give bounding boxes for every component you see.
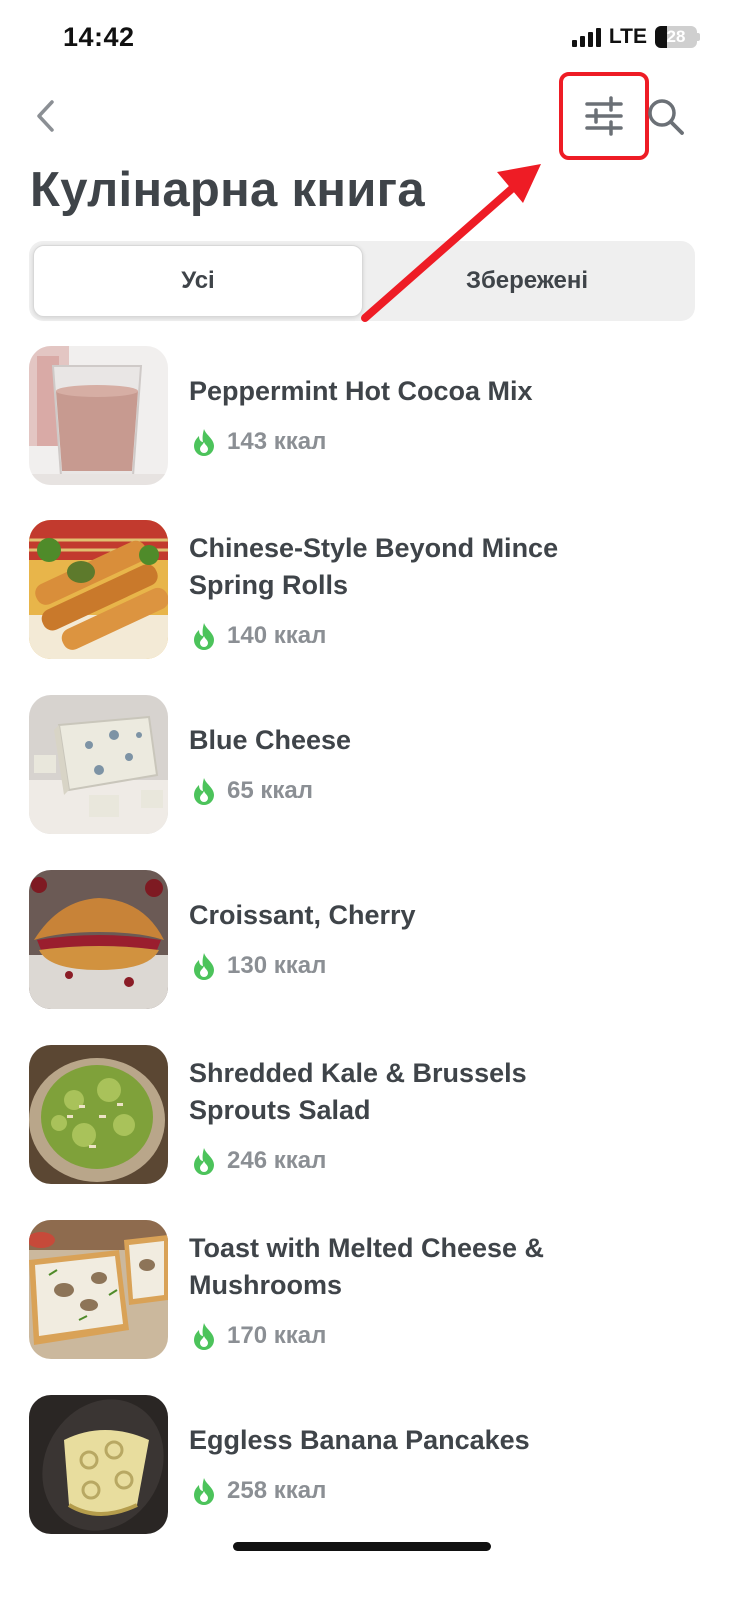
- recipe-thumbnail: [29, 1395, 168, 1534]
- recipe-title: Blue Cheese: [189, 725, 352, 755]
- calories-value: 143 ккал: [227, 428, 327, 455]
- flame-icon: [194, 1148, 214, 1175]
- recipe-title: Croissant, Cherry: [189, 900, 416, 930]
- status-time: 14:42: [63, 22, 135, 52]
- recipe-thumbnail: [29, 1220, 168, 1359]
- flame-icon: [194, 429, 214, 456]
- recipe-item[interactable]: Peppermint Hot Cocoa Mix 143 ккал: [0, 345, 738, 505]
- calories-value: 130 ккал: [227, 952, 327, 979]
- tab-all[interactable]: Усі: [33, 245, 363, 317]
- page-title: Кулінарна книга: [30, 163, 425, 217]
- flame-icon: [194, 1323, 214, 1350]
- recipe-calories: 170 ккал: [191, 1321, 326, 1351]
- calories-value: 65 ккал: [227, 777, 313, 804]
- recipe-calories: 130 ккал: [191, 951, 326, 981]
- battery-icon: 28: [655, 26, 700, 48]
- recipe-thumbnail: [29, 520, 168, 659]
- filter-button[interactable]: [559, 72, 649, 160]
- recipe-calories: 143 ккал: [191, 427, 326, 457]
- recipe-thumbnail: [29, 346, 168, 485]
- calories-value: 258 ккал: [227, 1477, 327, 1504]
- calories-value: 170 ккал: [227, 1322, 327, 1349]
- recipe-title: Shredded Kale & Brussels Sprouts Salad: [189, 1058, 527, 1125]
- recipe-title: Chinese-Style Beyond Mince Spring Rolls: [189, 533, 559, 600]
- recipe-thumbnail: [29, 870, 168, 1009]
- recipe-item[interactable]: Chinese-Style Beyond Mince Spring Rolls …: [0, 519, 738, 689]
- recipe-calories: 140 ккал: [191, 621, 326, 651]
- flame-icon: [194, 623, 214, 650]
- battery-level: 28: [666, 27, 686, 46]
- recipe-title: Peppermint Hot Cocoa Mix: [189, 376, 533, 406]
- segmented-tabs: Усі Збережені: [29, 241, 695, 321]
- flame-icon: [194, 953, 214, 980]
- signal-icon: [571, 27, 601, 47]
- calories-value: 246 ккал: [227, 1147, 327, 1174]
- calories-value: 140 ккал: [227, 622, 327, 649]
- recipe-thumbnail: [29, 1045, 168, 1184]
- flame-icon: [194, 1478, 214, 1505]
- recipe-calories: 246 ккал: [191, 1146, 326, 1176]
- recipe-item[interactable]: Toast with Melted Cheese & Mushrooms 170…: [0, 1219, 738, 1389]
- flame-icon: [194, 778, 214, 805]
- status-icons: LTE 28: [571, 25, 700, 49]
- recipe-calories: 258 ккал: [191, 1476, 326, 1506]
- tab-saved[interactable]: Збережені: [363, 245, 691, 317]
- recipe-book-screen: 14:42 LTE 28 Кулінарна книга Усі Збереже…: [0, 0, 738, 1600]
- recipe-calories: 65 ккал: [191, 776, 313, 806]
- chevron-left-icon: [37, 100, 54, 132]
- recipe-item[interactable]: Shredded Kale & Brussels Sprouts Salad 2…: [0, 1044, 738, 1214]
- search-button[interactable]: [645, 96, 685, 136]
- back-button[interactable]: [30, 96, 66, 136]
- search-icon: [648, 99, 684, 135]
- home-indicator[interactable]: [233, 1542, 491, 1551]
- recipe-title: Eggless Banana Pancakes: [189, 1425, 530, 1455]
- recipe-item[interactable]: Croissant, Cherry 130 ккал: [0, 869, 738, 1029]
- recipe-thumbnail: [29, 695, 168, 834]
- recipe-item[interactable]: Blue Cheese 65 ккал: [0, 694, 738, 854]
- sliders-icon: [585, 96, 623, 136]
- recipe-title: Toast with Melted Cheese & Mushrooms: [189, 1233, 545, 1300]
- network-label: LTE: [608, 25, 647, 48]
- recipe-item[interactable]: Eggless Banana Pancakes 258 ккал: [0, 1394, 738, 1554]
